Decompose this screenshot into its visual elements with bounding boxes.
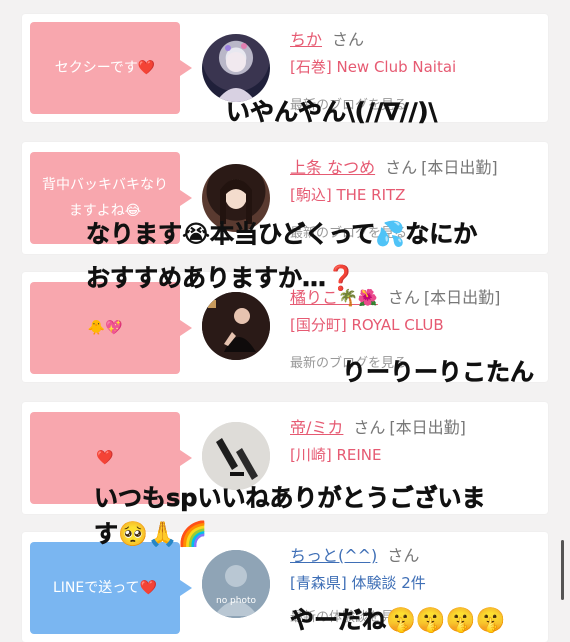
store-link[interactable]: [駒込] THE RITZ xyxy=(290,184,405,205)
honorific: さん xyxy=(387,546,420,565)
cast-name[interactable]: 帝/ミカ xyxy=(290,418,343,437)
overlay-text-5: いつもspいいねありがとうございま xyxy=(94,484,486,513)
status-badge: [本日出勤] xyxy=(421,158,498,177)
overlay-text-6: す🥺🙏🌈 xyxy=(94,520,208,549)
store-link[interactable]: [石巻] New Club Naitai xyxy=(290,56,456,77)
cast-name[interactable]: 上条 なつめ xyxy=(290,158,375,177)
message-bubble: セクシーです❤️ xyxy=(30,22,192,114)
honorific: さん xyxy=(387,288,420,307)
status-badge: [本日出勤] xyxy=(423,288,501,307)
message-text: LINEで送って❤️ xyxy=(53,580,157,596)
avatar[interactable]: no photo xyxy=(202,550,270,618)
honorific: さん xyxy=(385,158,418,177)
overlay-text-7: やーだね🤫🤫🤫🤫 xyxy=(290,606,506,635)
status-badge: [本日出勤] xyxy=(389,418,466,437)
overlay-text-2: なります😭本当ひどくって💦なにか xyxy=(86,220,478,249)
honorific: さん xyxy=(353,418,386,437)
scrollbar[interactable] xyxy=(561,540,564,600)
message-text: セクシーです❤️ xyxy=(54,60,156,76)
no-photo-label: no photo xyxy=(215,596,257,606)
avatar-image xyxy=(202,292,270,360)
message-text: ❤️ xyxy=(96,450,114,466)
store-link[interactable]: [国分町] ROYAL CLUB xyxy=(290,314,444,335)
cast-name[interactable]: ちか xyxy=(290,30,322,49)
cast-name[interactable]: ちっと(^^) xyxy=(290,546,377,565)
overlay-text-4: りーりーりこたん xyxy=(342,358,535,387)
overlay-text-1: いやんやん\(//∇//)\ xyxy=(226,98,438,127)
store-link[interactable]: [川崎] REINE xyxy=(290,444,382,465)
message-text: 🐥💖 xyxy=(87,320,123,336)
honorific: さん xyxy=(332,30,365,49)
message-bubble: 🐥💖 xyxy=(30,282,192,374)
overlay-text-3: おすすめありますか…❓ xyxy=(86,264,356,293)
store-link[interactable]: [青森県] 体験談 2件 xyxy=(290,572,426,593)
avatar[interactable] xyxy=(202,292,270,360)
person-silhouette-icon xyxy=(202,550,270,618)
message-bubble: LINEで送って❤️ xyxy=(30,542,192,634)
